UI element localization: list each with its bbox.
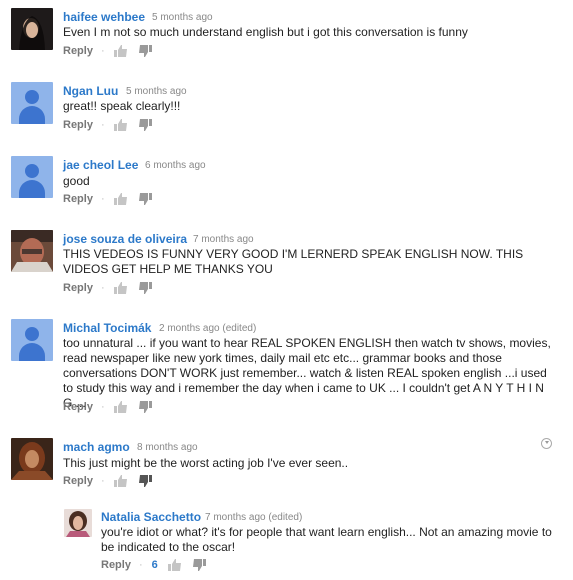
- comment-actions: Reply ·: [63, 475, 162, 487]
- comment-text: good: [63, 174, 90, 188]
- thumbs-up-icon[interactable]: [113, 119, 128, 131]
- comment-author[interactable]: jae cheol Lee: [63, 158, 138, 172]
- thumbs-up-icon[interactable]: [113, 45, 128, 57]
- thumbs-down-icon[interactable]: [138, 119, 152, 131]
- reply-link[interactable]: Reply: [63, 475, 93, 487]
- avatar-photo: [11, 230, 53, 272]
- comment-author[interactable]: jose souza de oliveira: [63, 232, 187, 246]
- thumbs-down-icon[interactable]: [138, 282, 152, 294]
- avatar[interactable]: [11, 230, 53, 272]
- avatar[interactable]: [64, 509, 92, 537]
- comment-text: great!! speak clearly!!!: [63, 99, 181, 113]
- comment-text: too unnatural ... if you want to hear RE…: [63, 336, 551, 410]
- comment-actions: Reply ·: [63, 401, 162, 413]
- comment-actions: Reply ·: [63, 282, 162, 294]
- avatar-photo: [11, 8, 53, 50]
- reply-link[interactable]: Reply: [63, 45, 93, 57]
- thumbs-down-icon[interactable]: [138, 475, 152, 487]
- comment-actions: Reply ·: [63, 119, 162, 131]
- comment-author[interactable]: haifee wehbee: [63, 10, 145, 24]
- default-user-icon: [25, 164, 39, 178]
- comment-text: THIS VEDEOS IS FUNNY VERY GOOD I'M LERNE…: [63, 247, 524, 276]
- avatar-photo: [64, 509, 92, 537]
- avatar[interactable]: [11, 156, 53, 198]
- comment-text: you're idiot or what? it's for people th…: [101, 525, 552, 554]
- comment-actions: Reply ·: [63, 193, 162, 205]
- default-user-icon: [25, 327, 39, 341]
- reply-link[interactable]: Reply: [101, 559, 131, 571]
- thumbs-down-icon[interactable]: [138, 45, 152, 57]
- reply-link[interactable]: Reply: [63, 119, 93, 131]
- separator: ·: [100, 475, 105, 487]
- avatar-photo: [11, 438, 53, 480]
- comment-author[interactable]: Ngan Luu: [63, 84, 118, 98]
- thumbs-up-icon[interactable]: [113, 282, 128, 294]
- comment-text: Even I m not so much understand english …: [63, 25, 468, 39]
- comment-author[interactable]: mach agmo: [63, 440, 130, 454]
- reply-link[interactable]: Reply: [63, 193, 93, 205]
- comment-time[interactable]: 2 months ago (edited): [159, 323, 256, 334]
- comment-time[interactable]: 7 months ago: [193, 234, 254, 245]
- thumbs-down-icon[interactable]: [138, 401, 152, 413]
- separator: ·: [100, 45, 105, 57]
- comment-time[interactable]: 5 months ago: [126, 86, 187, 97]
- comment-time[interactable]: 5 months ago: [152, 12, 213, 23]
- separator: ·: [138, 559, 143, 571]
- comment-time[interactable]: 7 months ago (edited): [205, 512, 302, 523]
- like-count: 6: [151, 559, 158, 571]
- reply-link[interactable]: Reply: [63, 401, 93, 413]
- thumbs-up-icon[interactable]: [167, 559, 182, 571]
- thumbs-down-icon[interactable]: [192, 559, 206, 571]
- default-user-icon: [25, 90, 39, 104]
- comment-time[interactable]: 8 months ago: [137, 442, 198, 453]
- separator: ·: [100, 193, 105, 205]
- thumbs-up-icon[interactable]: [113, 475, 128, 487]
- thumbs-up-icon[interactable]: [113, 193, 128, 205]
- avatar[interactable]: [11, 319, 53, 361]
- comment-text: This just might be the worst acting job …: [63, 456, 349, 470]
- comment-actions: Reply ·: [63, 45, 162, 57]
- thumbs-down-icon[interactable]: [138, 193, 152, 205]
- comment-author[interactable]: Michal Tocimák: [63, 321, 151, 335]
- comment-actions: Reply · 6: [101, 559, 216, 571]
- separator: ·: [100, 401, 105, 413]
- avatar[interactable]: [11, 82, 53, 124]
- comment-author[interactable]: Natalia Sacchetto: [101, 510, 201, 524]
- comment-time[interactable]: 6 months ago: [145, 160, 206, 171]
- thumbs-up-icon[interactable]: [113, 401, 128, 413]
- reply-link[interactable]: Reply: [63, 282, 93, 294]
- separator: ·: [100, 119, 105, 131]
- avatar[interactable]: [11, 438, 53, 480]
- comment-menu-chevron-icon[interactable]: [541, 438, 552, 449]
- avatar[interactable]: [11, 8, 53, 50]
- separator: ·: [100, 282, 105, 294]
